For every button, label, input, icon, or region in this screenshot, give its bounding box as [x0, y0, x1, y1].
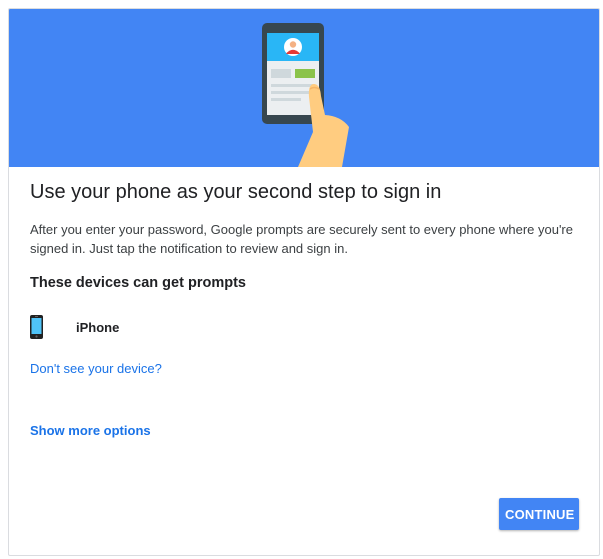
page-title: Use your phone as your second step to si…	[30, 181, 442, 203]
hand-tapping-phone-icon	[262, 23, 349, 167]
dont-see-device-link[interactable]: Don't see your device?	[30, 361, 162, 376]
continue-button[interactable]: CONTINUE	[499, 498, 579, 530]
devices-heading: These devices can get prompts	[30, 275, 246, 291]
show-more-options-link[interactable]: Show more options	[30, 423, 151, 438]
device-item: iPhone	[30, 312, 119, 342]
description-text: After you enter your password, Google pr…	[30, 222, 573, 256]
smartphone-icon	[30, 315, 60, 339]
hero-banner	[9, 9, 599, 167]
prompt-setup-dialog: Use your phone as your second step to si…	[8, 8, 600, 556]
device-name: iPhone	[76, 319, 120, 335]
